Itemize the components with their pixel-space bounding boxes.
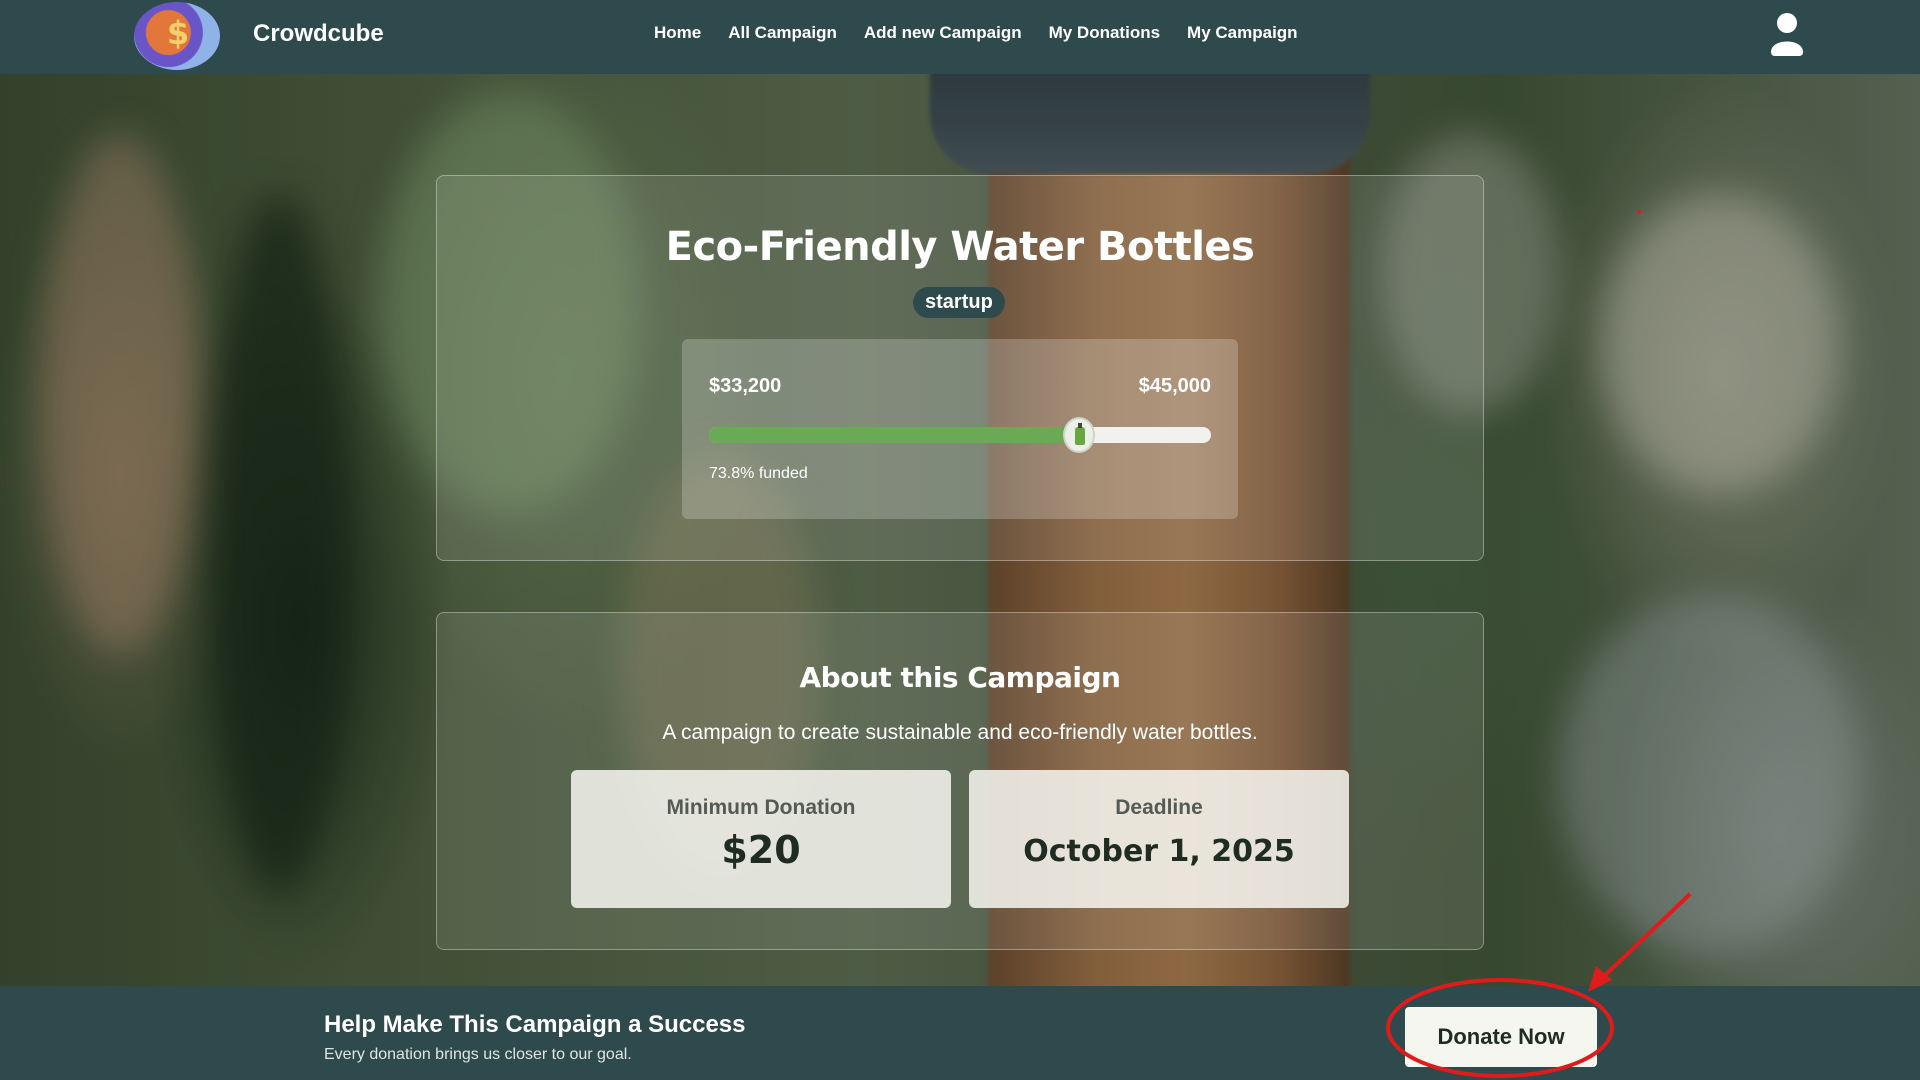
deadline-value: October 1, 2025: [1023, 834, 1295, 869]
logo-dollar-icon: $: [166, 14, 190, 52]
min-donation-box: Minimum Donation $20: [571, 770, 951, 908]
bottle-icon: [1075, 423, 1086, 445]
user-icon[interactable]: [1770, 12, 1804, 56]
cta-title: Help Make This Campaign a Success: [324, 1011, 746, 1038]
nav-link-add-new-campaign[interactable]: Add new Campaign: [864, 23, 1022, 43]
top-navbar: $ Crowdcube Home All Campaign Add new Ca…: [0, 0, 1920, 74]
brand-logo[interactable]: $: [134, 2, 220, 70]
progress-slider-handle[interactable]: [1063, 417, 1096, 453]
deadline-box: Deadline October 1, 2025: [969, 770, 1349, 908]
funding-progress-panel: $33,200 $45,000 73.8% funded: [682, 339, 1238, 519]
min-donation-label: Minimum Donation: [666, 796, 856, 819]
about-description: A campaign to create sustainable and eco…: [662, 721, 1258, 744]
min-donation-value: $20: [721, 828, 801, 872]
funding-goal: $45,000: [1138, 375, 1211, 397]
donate-cta-bar: Help Make This Campaign a Success Every …: [0, 986, 1920, 1080]
about-campaign-card: About this Campaign A campaign to create…: [436, 612, 1484, 950]
cta-subtitle: Every donation brings us closer to our g…: [324, 1046, 632, 1063]
deadline-label: Deadline: [1115, 796, 1203, 819]
nav-link-home[interactable]: Home: [654, 23, 701, 43]
nav-menu: Home All Campaign Add new Campaign My Do…: [654, 23, 1298, 43]
brand-name[interactable]: Crowdcube: [253, 20, 384, 48]
about-title: About this Campaign: [799, 661, 1121, 694]
funded-percent: 73.8% funded: [709, 465, 808, 482]
progress-fill: [709, 427, 1080, 443]
nav-link-all-campaign[interactable]: All Campaign: [728, 23, 837, 43]
progress-track[interactable]: [709, 417, 1211, 453]
campaign-hero-card: Eco-Friendly Water Bottles startup $33,2…: [436, 175, 1484, 561]
category-badge: startup: [913, 287, 1005, 318]
amount-raised: $33,200: [709, 375, 782, 397]
nav-link-my-donations[interactable]: My Donations: [1049, 23, 1160, 43]
donate-now-button[interactable]: Donate Now: [1405, 1007, 1597, 1067]
nav-link-my-campaign[interactable]: My Campaign: [1187, 23, 1298, 43]
campaign-title: Eco-Friendly Water Bottles: [665, 224, 1255, 270]
